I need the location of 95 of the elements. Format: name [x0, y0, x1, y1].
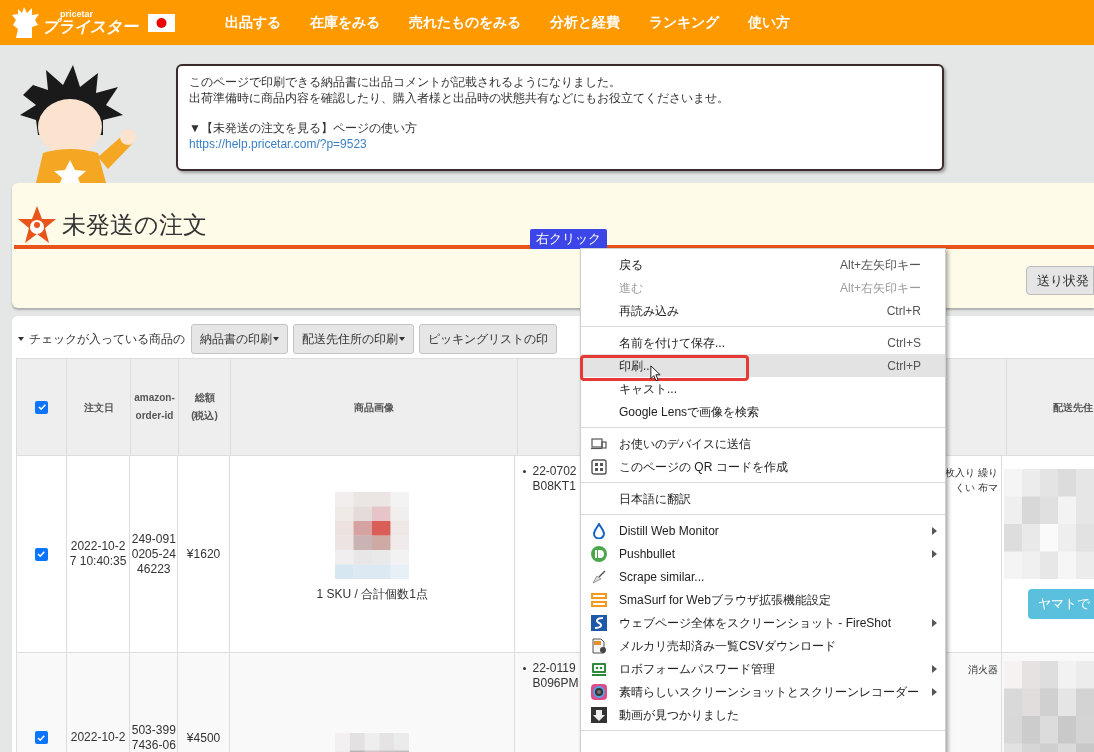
menu-item-label: ウェブページ全体をスクリーンショット - FireShot: [619, 614, 891, 632]
column-header: 商品画像: [354, 400, 394, 415]
menu-shortcut: Ctrl+P: [887, 357, 921, 375]
annotation-label: 右クリック: [530, 229, 607, 249]
fireshot-icon: [591, 614, 607, 631]
menu-item-label: 印刷...: [619, 357, 653, 375]
qr-code-icon: [591, 458, 607, 475]
japan-flag-icon: [148, 13, 175, 32]
csv-file-icon: [591, 637, 607, 654]
checkbox[interactable]: [34, 731, 48, 744]
product-title-fragment: 消火器: [968, 663, 998, 677]
column-header: amazon-order-id: [133, 391, 176, 423]
item-code: 22-0702: [532, 464, 577, 479]
menu-item[interactable]: 再読み込み Ctrl+R: [581, 299, 945, 322]
menu-item-label: Scrape similar...: [619, 568, 705, 586]
product-title-fragment: 枚入り 繰り: [945, 466, 998, 480]
menu-shortcut: Alt+左矢印キー: [840, 256, 921, 274]
menu-item-label: キャスト...: [619, 380, 677, 398]
logo-head-icon: [12, 6, 40, 39]
guide-heading: ▼【未発送の注文を見る】ページの使い方: [189, 120, 418, 136]
checkbox[interactable]: [35, 400, 48, 414]
bullet-icon: [523, 470, 527, 473]
menu-item[interactable]: Pushbullet: [581, 542, 945, 565]
order-total: ¥4500: [186, 729, 221, 747]
bullet-icon: [523, 667, 527, 670]
robot-face-icon: [591, 660, 607, 677]
order-total: ¥1620: [186, 546, 221, 563]
menu-item-label: SmaSurf for Webブラウザ拡張機能設定: [619, 591, 831, 609]
column-header: 注文日: [83, 400, 114, 415]
menu-item[interactable]: Google Lensで画像を検索: [581, 400, 945, 423]
notice-text: 出荷準備時に商品内容を確認したり、購入者様と出品時の状態共有などにもお役立てくださいませ。: [189, 90, 730, 106]
star-logo-icon: [17, 205, 57, 245]
menu-item[interactable]: Scrape similar...: [581, 565, 945, 588]
menu-item[interactable]: 動画が見つかりました: [581, 703, 945, 726]
menu-item-label: 素晴らしいスクリーンショットとスクリーンレコーダー: [619, 683, 919, 701]
item-code: 22-0119: [532, 661, 577, 676]
menu-item-label: ロボフォームパスワード管理: [619, 660, 775, 678]
page-title: 未発送の注文: [62, 210, 207, 240]
smasurf-icon: [591, 591, 607, 608]
download-icon: [591, 706, 607, 723]
laptop-icon: [591, 435, 607, 452]
menu-item-label: 名前を付けて保存...: [619, 334, 725, 352]
menu-item[interactable]: メルカリ売却済み一覧CSVダウンロード: [581, 634, 945, 657]
menu-item[interactable]: 戻る Alt+左矢印キー: [581, 253, 945, 276]
menu-item-label: Distill Web Monitor: [619, 522, 719, 540]
menu-item-label: 再読み込み: [619, 302, 679, 320]
menu-item[interactable]: 素晴らしいスクリーンショットとスクリーンレコーダー: [581, 680, 945, 703]
water-drop-icon: [591, 522, 607, 539]
menu-item-label: Pushbullet: [619, 545, 676, 563]
shipping-label-button[interactable]: 送り状発: [1026, 266, 1094, 295]
menu-shortcut: Ctrl+R: [886, 302, 921, 320]
checkbox[interactable]: [34, 547, 48, 561]
print-dropdown-button[interactable]: ピッキングリストの印: [419, 324, 557, 354]
menu-item[interactable]: ロボフォームパスワード管理: [581, 657, 945, 680]
item-code: B096PM: [532, 676, 579, 691]
menu-item[interactable]: キャスト...: [581, 377, 945, 400]
print-dropdown-button[interactable]: 配送先住所の印刷: [293, 324, 414, 354]
menu-item-label: お使いのデバイスに送信: [619, 435, 751, 453]
notice-text: このページで印刷できる納品書に出品コメントが記載されるようになりました。: [189, 74, 622, 90]
item-code: B08KT1: [532, 479, 577, 494]
menu-item[interactable]: 日本語に翻訳: [581, 487, 945, 510]
menu-item[interactable]: SmaSurf for Webブラウザ拡張機能設定: [581, 588, 945, 611]
order-id: 249-0910205-2446223: [130, 531, 177, 577]
logo-subtitle: pricetar: [60, 10, 95, 19]
menu-item-label: 日本語に翻訳: [619, 490, 691, 508]
scraper-icon: [591, 568, 607, 585]
print-dropdown-button[interactable]: 納品書の印刷: [191, 324, 288, 354]
help-link[interactable]: https://help.pricetar.com/?p=9523: [189, 137, 367, 151]
order-date: 2022-10-2: [69, 730, 127, 745]
camera-lens-icon: [591, 683, 607, 700]
pushbullet-icon: [591, 545, 607, 562]
sku-summary: 1 SKU / 合計個数1点: [316, 585, 428, 603]
menu-item[interactable]: 名前を付けて保存... Ctrl+S: [581, 331, 945, 354]
toolbar-label: チェックが入っている商品の: [29, 331, 185, 348]
menu-item-label: 動画が見つかりました: [619, 706, 739, 724]
logo-title: プライスター: [42, 19, 138, 35]
menu-shortcut: Ctrl+S: [887, 334, 921, 352]
menu-item[interactable]: Distill Web Monitor: [581, 519, 945, 542]
order-id: 503-3997436-06: [130, 722, 177, 752]
mouse-cursor-icon: [650, 365, 661, 382]
column-header: 総額(税込): [190, 391, 219, 423]
menu-item[interactable]: このページの QR コードを作成: [581, 455, 945, 478]
menu-item-label: メルカリ売却済み一覧CSVダウンロード: [619, 637, 836, 655]
menu-item[interactable]: 印刷... Ctrl+P: [581, 354, 945, 377]
caret-icon: [18, 337, 24, 341]
column-header: 配送先住: [1052, 400, 1093, 415]
menu-item[interactable]: お使いのデバイスに送信: [581, 432, 945, 455]
menu-item[interactable]: ウェブページ全体をスクリーンショット - FireShot: [581, 611, 945, 634]
product-title-fragment: くい 布マ: [955, 481, 998, 495]
menu-item-label: Google Lensで画像を検索: [619, 403, 760, 421]
menu-item-label: このページの QR コードを作成: [619, 458, 788, 476]
menu-item-label: 進む: [619, 279, 643, 297]
menu-item-label: 戻る: [619, 256, 643, 274]
menu-shortcut: Alt+右矢印キー: [840, 279, 921, 297]
order-date: 2022-10-27 10:40:35: [69, 539, 128, 569]
